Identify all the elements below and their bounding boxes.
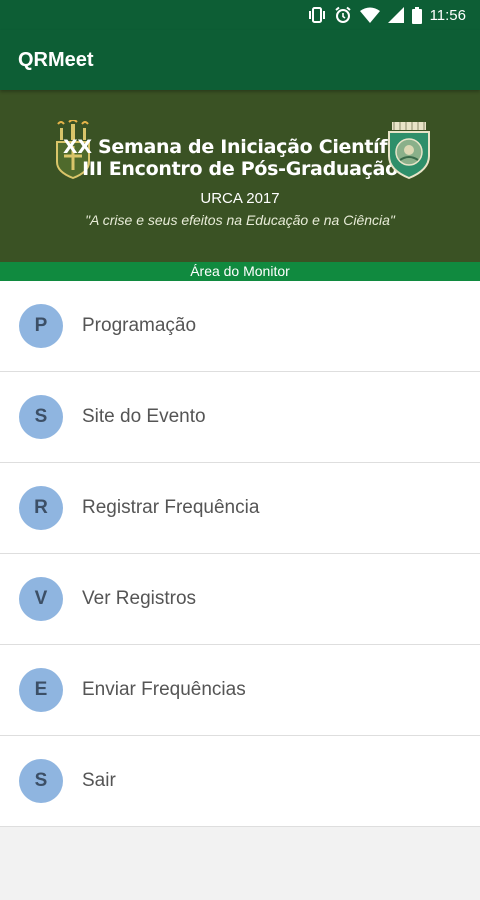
- menu-item-label: Enviar Frequências: [82, 679, 246, 700]
- battery-icon: [411, 6, 422, 24]
- menu-item-enviar-frequencias[interactable]: E Enviar Frequências: [0, 645, 480, 736]
- alarm-icon: [334, 6, 352, 24]
- menu-item-programacao[interactable]: P Programação: [0, 281, 480, 372]
- menu-item-avatar: S: [19, 395, 63, 439]
- menu-item-label: Registrar Frequência: [82, 497, 260, 518]
- status-bar: 11:56: [0, 0, 480, 30]
- wifi-icon: [359, 6, 380, 24]
- menu-item-avatar: S: [19, 759, 63, 803]
- section-header: Área do Monitor: [0, 262, 480, 281]
- banner-quote: "A crise e seus efeitos na Educação e na…: [85, 212, 395, 228]
- menu-item-registrar-frequencia[interactable]: R Registrar Frequência: [0, 463, 480, 554]
- state-coat-of-arms-icon: [386, 120, 432, 185]
- event-banner: XX Semana de Iniciação Científica III En…: [0, 90, 480, 262]
- menu-item-avatar: P: [19, 304, 63, 348]
- menu-item-avatar: V: [19, 577, 63, 621]
- menu-item-ver-registros[interactable]: V Ver Registros: [0, 554, 480, 645]
- menu-item-label: Ver Registros: [82, 588, 197, 609]
- menu-list: P Programação S Site do Evento R Registr…: [0, 281, 480, 827]
- menu-item-avatar: E: [19, 668, 63, 712]
- signal-icon: [387, 6, 404, 24]
- menu-item-label: Sair: [82, 770, 116, 791]
- menu-item-label: Programação: [82, 315, 197, 336]
- status-time: 11:56: [429, 6, 466, 24]
- banner-subtitle: URCA 2017: [200, 190, 280, 207]
- menu-item-sair[interactable]: S Sair: [0, 736, 480, 827]
- vibrate-icon: [308, 6, 326, 24]
- menu-item-label: Site do Evento: [82, 406, 206, 427]
- app-title: QRMeet: [18, 48, 94, 71]
- menu-item-avatar: R: [19, 486, 63, 530]
- app-bar: QRMeet: [0, 30, 480, 90]
- menu-item-site-do-evento[interactable]: S Site do Evento: [0, 372, 480, 463]
